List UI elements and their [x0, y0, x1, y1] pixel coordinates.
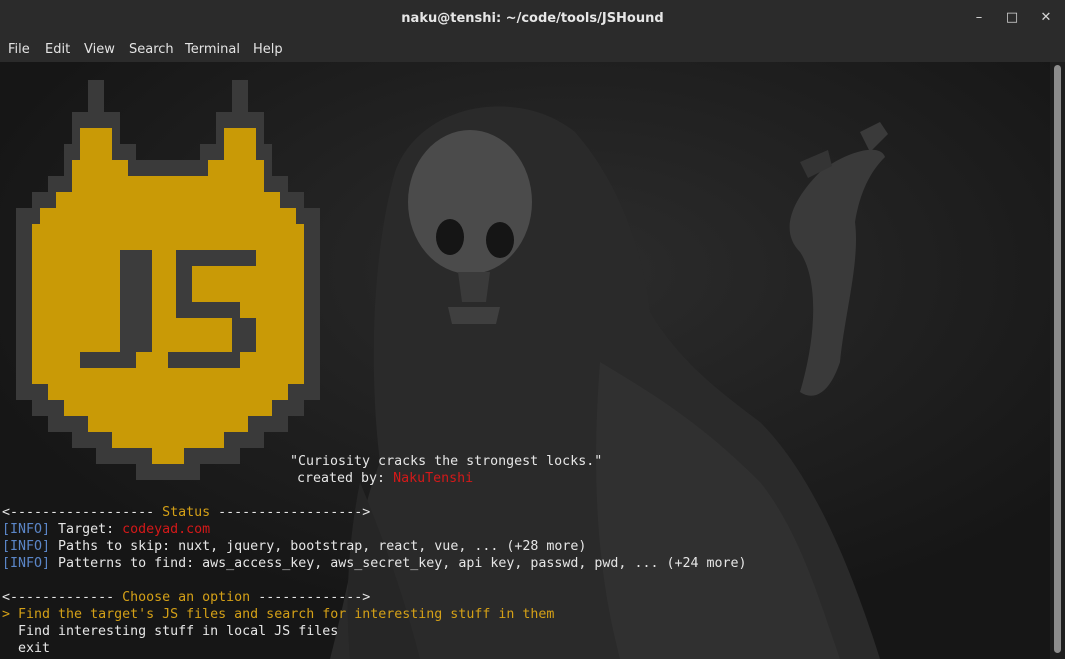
status-label: Target:: [50, 522, 123, 537]
info-tag: [INFO]: [2, 539, 51, 554]
target-value: codeyad.com: [122, 522, 211, 537]
option-selected[interactable]: > Find the target's JS files and search …: [2, 606, 554, 623]
minimize-icon[interactable]: –: [967, 7, 991, 29]
option-item[interactable]: exit: [18, 640, 50, 657]
menu-terminal[interactable]: Terminal: [185, 37, 240, 62]
title-bar[interactable]: naku@tenshi: ~/code/tools/JSHound – □ ✕: [0, 0, 1065, 37]
status-label: Paths to skip: nuxt, jquery, bootstrap, …: [50, 539, 587, 554]
status-line-patterns: [INFO] Patterns to find: aws_access_key,…: [2, 555, 747, 572]
menu-view[interactable]: View: [84, 37, 115, 62]
status-title: Status: [162, 505, 211, 520]
options-title: Choose an option: [122, 590, 251, 605]
menu-edit[interactable]: Edit: [45, 37, 70, 62]
terminal-window: naku@tenshi: ~/code/tools/JSHound – □ ✕ …: [0, 0, 1065, 659]
status-line-target: [INFO] Target: codeyad.com: [2, 521, 210, 538]
banner-credit: created by: NakuTenshi: [297, 470, 473, 487]
option-label: Find the target's JS files and search fo…: [18, 607, 555, 622]
options-right-rule: ------------->: [250, 590, 371, 605]
menu-file[interactable]: File: [8, 37, 30, 62]
selector-icon: >: [2, 607, 19, 622]
status-header: <------------------ Status -------------…: [2, 504, 370, 521]
js-logo-icon: [16, 80, 320, 480]
window-title: naku@tenshi: ~/code/tools/JSHound: [401, 11, 664, 26]
maximize-icon[interactable]: □: [1000, 7, 1024, 29]
close-icon[interactable]: ✕: [1034, 7, 1058, 29]
options-left-rule: <-------------: [2, 590, 123, 605]
info-tag: [INFO]: [2, 556, 51, 571]
scrollbar-thumb[interactable]: [1054, 65, 1061, 653]
status-left-rule: <------------------: [2, 505, 163, 520]
status-label: Patterns to find: aws_access_key, aws_se…: [50, 556, 747, 571]
author-name: NakuTenshi: [393, 471, 474, 486]
options-header: <------------- Choose an option --------…: [2, 589, 370, 606]
scrollbar[interactable]: [1050, 62, 1065, 659]
option-item[interactable]: Find interesting stuff in local JS files: [18, 623, 338, 640]
menu-search[interactable]: Search: [129, 37, 174, 62]
banner-quote: "Curiosity cracks the strongest locks.": [290, 454, 603, 469]
created-by-label: created by:: [297, 471, 394, 486]
status-right-rule: ------------------>: [210, 505, 371, 520]
terminal-output[interactable]: "Curiosity cracks the strongest locks." …: [0, 62, 1050, 659]
info-tag: [INFO]: [2, 522, 51, 537]
status-line-paths: [INFO] Paths to skip: nuxt, jquery, boot…: [2, 538, 586, 555]
menu-bar: File Edit View Search Terminal Help: [0, 37, 1065, 63]
menu-help[interactable]: Help: [253, 37, 283, 62]
